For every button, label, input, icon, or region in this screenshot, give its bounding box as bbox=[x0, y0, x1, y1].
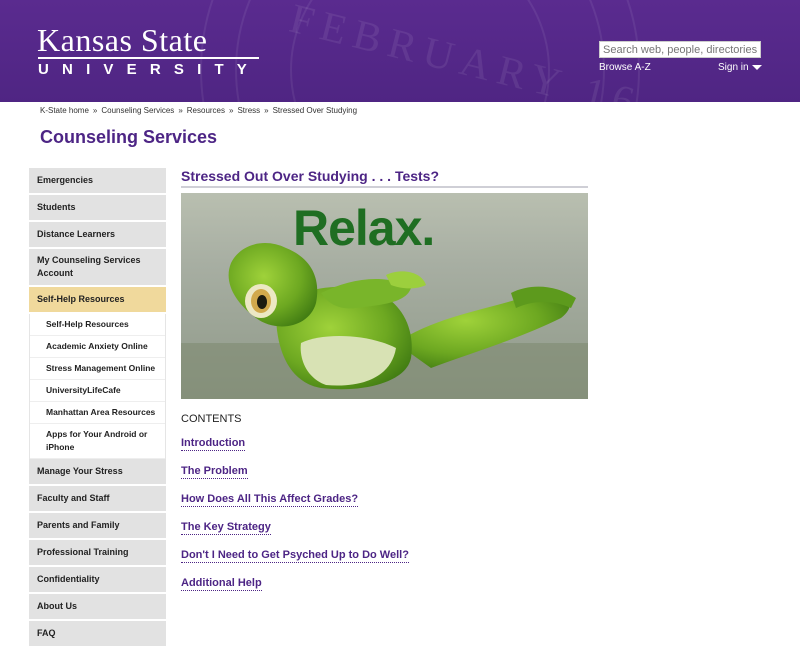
logo-divider bbox=[38, 57, 259, 59]
breadcrumb-item-stress[interactable]: Stress bbox=[237, 106, 260, 115]
toc-link-introduction[interactable]: Introduction bbox=[181, 437, 246, 451]
frog-illustration bbox=[181, 243, 588, 399]
sidebar-item-students[interactable]: Students bbox=[29, 195, 166, 222]
breadcrumb-separator: » bbox=[229, 106, 234, 115]
signin-button[interactable]: Sign in bbox=[718, 62, 762, 73]
signin-label: Sign in bbox=[718, 62, 749, 73]
sidebar-subitem-apps[interactable]: Apps for Your Android or iPhone bbox=[30, 424, 165, 459]
logo-kansas-state[interactable]: Kansas State bbox=[37, 24, 207, 56]
hero-image-relax-frog: Relax. bbox=[181, 193, 588, 399]
sidebar-nav: Emergencies Students Distance Learners M… bbox=[29, 168, 166, 648]
breadcrumb-item-home[interactable]: K-State home bbox=[40, 106, 89, 115]
sidebar-item-faq[interactable]: FAQ bbox=[29, 621, 166, 648]
sidebar-item-parents-family[interactable]: Parents and Family bbox=[29, 513, 166, 540]
chevron-down-icon bbox=[751, 64, 762, 70]
toc-link-key-strategy[interactable]: The Key Strategy bbox=[181, 521, 271, 535]
toc-link-the-problem[interactable]: The Problem bbox=[181, 465, 248, 479]
logo-university[interactable]: UNIVERSITY bbox=[38, 62, 260, 77]
site-header: FEBRUARY 16, Kansas State UNIVERSITY Bro… bbox=[0, 0, 800, 102]
page-title: Stressed Out Over Studying . . . Tests? bbox=[181, 168, 588, 188]
browse-az-link[interactable]: Browse A-Z bbox=[599, 62, 651, 73]
breadcrumb-item-current: Stressed Over Studying bbox=[272, 106, 358, 115]
breadcrumb-item-counseling[interactable]: Counseling Services bbox=[101, 106, 174, 115]
sidebar-item-about-us[interactable]: About Us bbox=[29, 594, 166, 621]
breadcrumb-separator: » bbox=[178, 106, 183, 115]
toc-link-psyched-up[interactable]: Don't I Need to Get Psyched Up to Do Wel… bbox=[181, 549, 409, 563]
site-title[interactable]: Counseling Services bbox=[40, 127, 217, 148]
sidebar-item-emergencies[interactable]: Emergencies bbox=[29, 168, 166, 195]
search-input[interactable] bbox=[599, 41, 761, 58]
breadcrumb-separator: » bbox=[92, 106, 98, 115]
breadcrumb: K-State home» Counseling Services» Resourc… bbox=[40, 106, 357, 115]
sidebar-item-manage-stress[interactable]: Manage Your Stress bbox=[29, 459, 166, 486]
toc-link-additional-help[interactable]: Additional Help bbox=[181, 577, 262, 591]
sidebar-item-distance-learners[interactable]: Distance Learners bbox=[29, 222, 166, 249]
contents-label: CONTENTS bbox=[181, 413, 242, 425]
sidebar-item-self-help[interactable]: Self-Help Resources bbox=[29, 287, 166, 314]
sidebar-subitem-manhattan[interactable]: Manhattan Area Resources bbox=[30, 402, 165, 424]
sidebar-item-professional-training[interactable]: Professional Training bbox=[29, 540, 166, 567]
sidebar-submenu: Self-Help Resources Academic Anxiety Onl… bbox=[29, 314, 166, 459]
table-of-contents: Introduction The Problem How Does All Th… bbox=[181, 437, 409, 605]
toc-link-affect-grades[interactable]: How Does All This Affect Grades? bbox=[181, 493, 359, 507]
sidebar-subitem-self-help[interactable]: Self-Help Resources bbox=[30, 314, 165, 336]
sidebar-item-my-account[interactable]: My Counseling Services Account bbox=[29, 249, 166, 287]
sidebar-item-faculty-staff[interactable]: Faculty and Staff bbox=[29, 486, 166, 513]
sidebar-subitem-academic-anxiety[interactable]: Academic Anxiety Online bbox=[30, 336, 165, 358]
sidebar-subitem-universitylifecafe[interactable]: UniversityLifeCafe bbox=[30, 380, 165, 402]
breadcrumb-item-resources[interactable]: Resources bbox=[187, 106, 225, 115]
sidebar-item-confidentiality[interactable]: Confidentiality bbox=[29, 567, 166, 594]
breadcrumb-separator: » bbox=[264, 106, 269, 115]
sidebar-subitem-stress-management[interactable]: Stress Management Online bbox=[30, 358, 165, 380]
